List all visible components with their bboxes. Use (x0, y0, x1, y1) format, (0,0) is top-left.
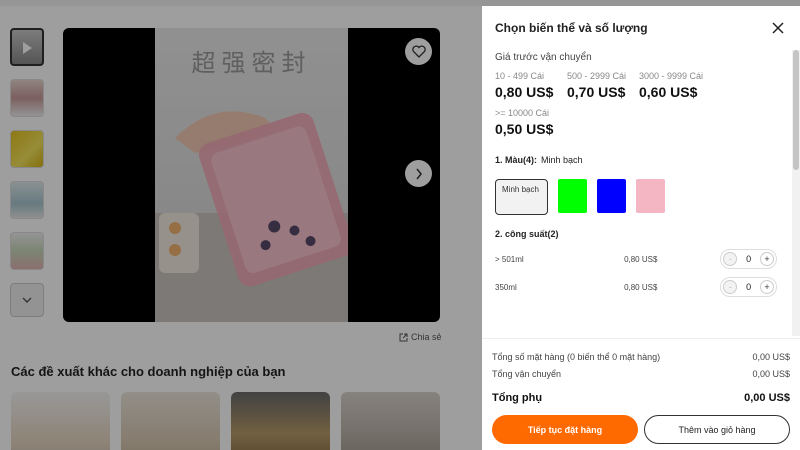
swatch-blue[interactable] (597, 179, 626, 213)
close-icon[interactable] (769, 19, 787, 37)
decrement-button[interactable]: - (723, 252, 738, 266)
quantity-stepper: - 0 + (720, 249, 777, 269)
color-label: 1. Màu(4): (495, 155, 538, 165)
capacity-list: > 501ml 0,80 US$ - 0 + 350ml 0,80 US$ - … (495, 245, 777, 301)
drawer-actions: Tiếp tục đặt hàng Thêm vào giỏ hàng (492, 415, 790, 444)
tier-qty: 10 - 499 Cái (495, 71, 545, 81)
color-swatches: Minh bạch (495, 179, 777, 215)
capacity-row: 350ml 0,80 US$ - 0 + (495, 273, 777, 301)
price-tier: >= 10000 Cái 0,50 US$ (495, 108, 567, 137)
drawer-scrollbar[interactable] (792, 50, 800, 336)
quantity-stepper: - 0 + (720, 277, 777, 297)
summary-shipping-row: Tổng vận chuyển 0,00 US$ (492, 365, 790, 382)
tier-price: 0,60 US$ (639, 84, 698, 100)
summary-items-label: Tổng số mặt hàng (0 biến thể 0 mặt hàng) (492, 351, 661, 362)
increment-button[interactable]: + (760, 280, 774, 294)
summary-shipping-label: Tổng vận chuyển (492, 368, 562, 379)
capacity-price: 0,80 US$ (624, 254, 658, 264)
variant-drawer: Chọn biến thể và số lượng Giá trước vận … (482, 6, 800, 450)
color-section-label: 1. Màu(4): Minh bạch (495, 155, 777, 165)
quantity-value[interactable]: 0 (746, 282, 751, 292)
shipping-label: Giá trước vận chuyển (495, 52, 592, 63)
decrement-button[interactable]: - (723, 280, 738, 294)
drawer-footer: Tổng số mặt hàng (0 biến thể 0 mặt hàng)… (482, 338, 800, 450)
price-tier: 500 - 2999 Cái 0,70 US$ (567, 71, 639, 100)
swatch-clear[interactable]: Minh bạch (495, 179, 548, 215)
capacity-name: 350ml (495, 282, 517, 292)
summary-subtotal-row: Tổng phụ 0,00 US$ (492, 389, 790, 406)
summary-items-value: 0,00 US$ (752, 351, 790, 362)
tier-price: 0,80 US$ (495, 84, 554, 100)
drawer-header: Chọn biến thể và số lượng (482, 6, 800, 50)
color-selected-value: Minh bạch (541, 155, 583, 165)
add-to-cart-button[interactable]: Thêm vào giỏ hàng (644, 415, 790, 444)
drawer-title: Chọn biến thể và số lượng (495, 21, 648, 35)
summary-subtotal-value: 0,00 US$ (744, 391, 790, 404)
summary-shipping-value: 0,00 US$ (752, 368, 790, 379)
scrollbar-thumb[interactable] (793, 50, 799, 170)
tier-price: 0,70 US$ (567, 84, 626, 100)
price-tier: 3000 - 9999 Cái 0,60 US$ (639, 71, 711, 100)
swatch-pink[interactable] (636, 179, 665, 213)
summary-subtotal-label: Tổng phụ (492, 391, 543, 404)
capacity-name: > 501ml (495, 254, 524, 264)
tier-qty: 500 - 2999 Cái (567, 71, 627, 81)
continue-order-button[interactable]: Tiếp tục đặt hàng (492, 415, 638, 444)
summary-items-row: Tổng số mặt hàng (0 biến thể 0 mặt hàng)… (492, 348, 790, 365)
swatch-green[interactable] (558, 179, 587, 213)
tier-price: 0,50 US$ (495, 121, 554, 137)
capacity-section-label: 2. công suất(2) (495, 229, 559, 239)
tier-qty: 3000 - 9999 Cái (639, 71, 704, 81)
capacity-price: 0,80 US$ (624, 282, 658, 292)
capacity-row: > 501ml 0,80 US$ - 0 + (495, 245, 777, 273)
drawer-body: Giá trước vận chuyển 10 - 499 Cái 0,80 U… (482, 50, 790, 336)
increment-button[interactable]: + (760, 252, 774, 266)
quantity-value[interactable]: 0 (746, 254, 751, 264)
price-tier: 10 - 499 Cái 0,80 US$ (495, 71, 567, 100)
tier-qty: >= 10000 Cái (495, 108, 550, 118)
price-tiers: 10 - 499 Cái 0,80 US$ 500 - 2999 Cái 0,7… (495, 71, 777, 145)
